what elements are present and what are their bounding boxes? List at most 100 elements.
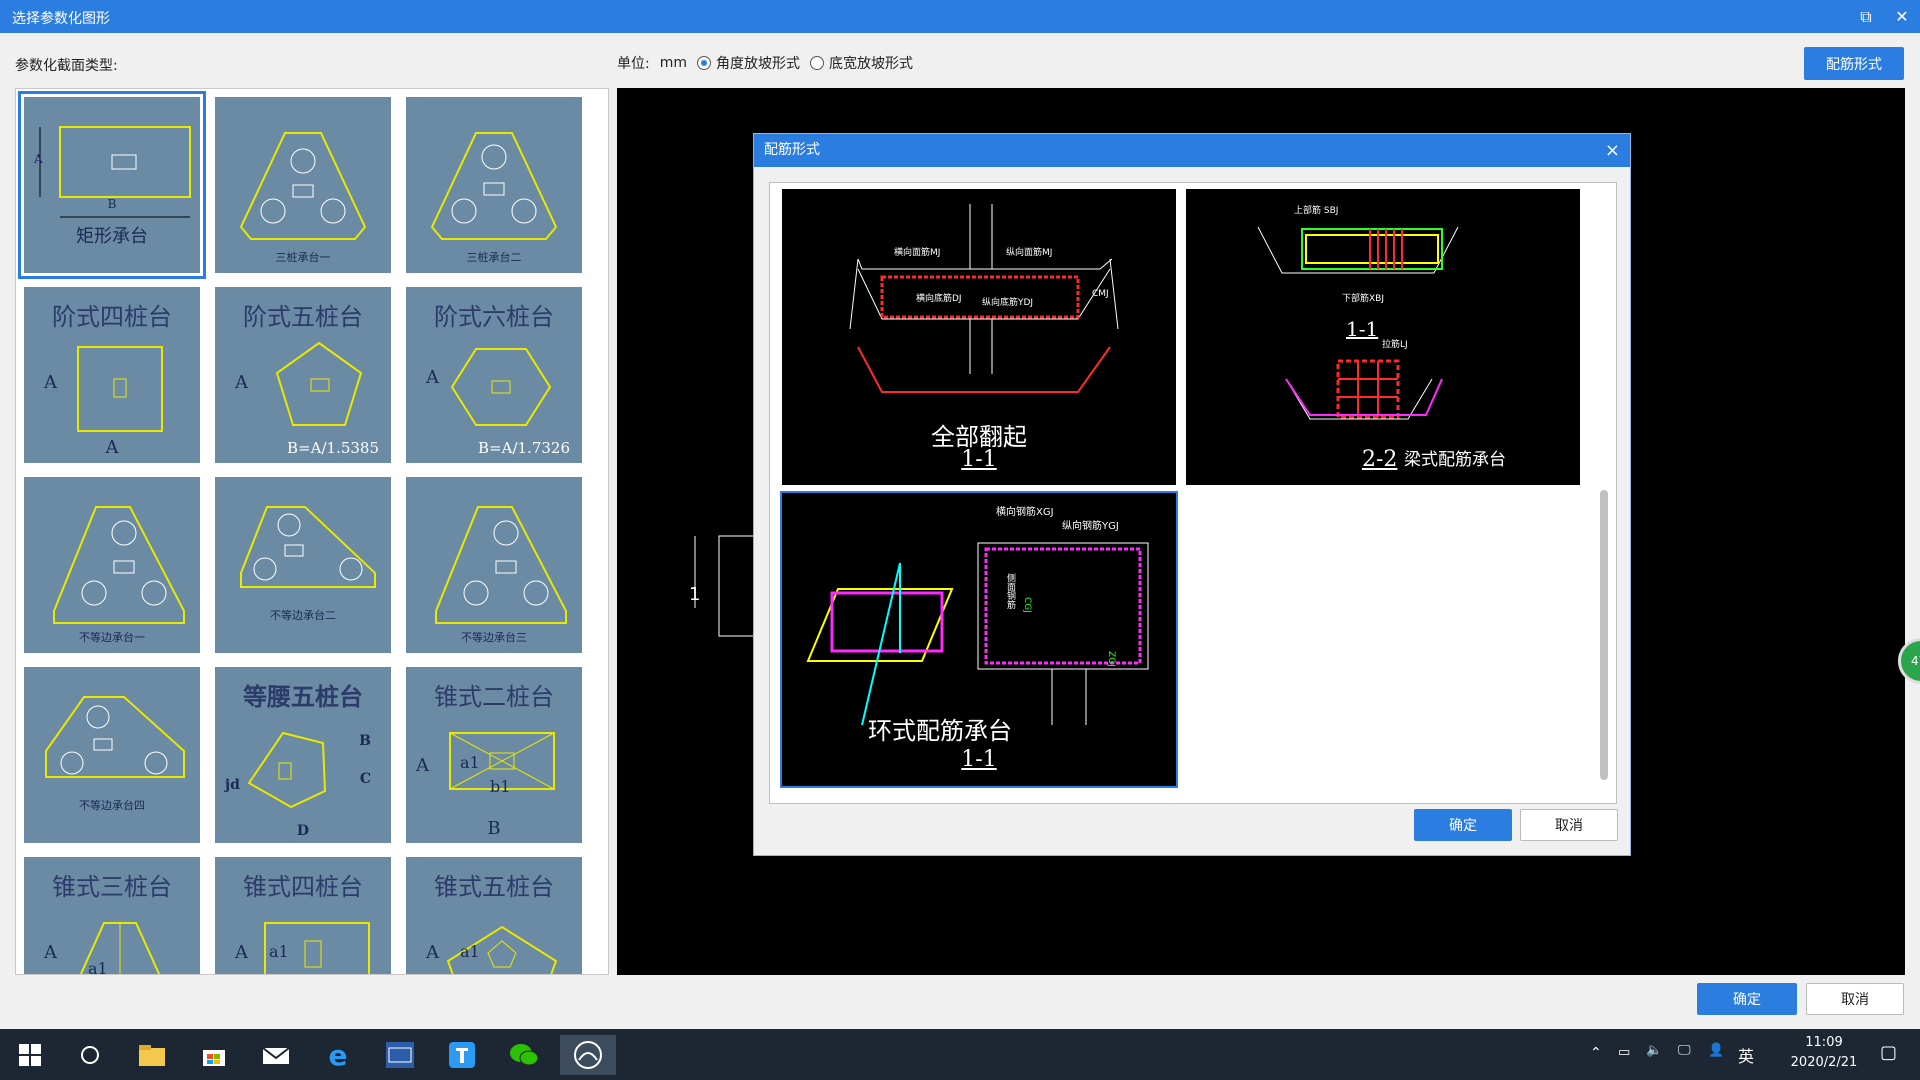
tile-step-five-pile[interactable]: 阶式五桩台 A B=A/1.5385 bbox=[215, 287, 391, 463]
radio-angle-slope[interactable]: 角度放坡形式 bbox=[697, 53, 800, 73]
notification-icon[interactable]: ▢ bbox=[1880, 1042, 1897, 1063]
three-pile-1-diagram bbox=[239, 132, 367, 240]
cad-app-icon[interactable] bbox=[378, 1035, 422, 1075]
search-circle-icon[interactable] bbox=[68, 1035, 112, 1075]
dim-a-label: A bbox=[426, 367, 439, 388]
section-label: 2-2 bbox=[1362, 447, 1398, 472]
tile-name: 三桩承台一 bbox=[275, 251, 331, 264]
tile-step-four-pile[interactable]: 阶式四桩台 A A bbox=[24, 287, 200, 463]
clock-time[interactable]: 11:09 bbox=[1784, 1035, 1864, 1050]
section-label-top: 1-1 bbox=[1346, 317, 1379, 341]
battery-icon[interactable]: ▭ bbox=[1618, 1045, 1630, 1060]
dim-a-label: A bbox=[235, 942, 248, 963]
reinforcement-form-button[interactable]: 配筋形式 bbox=[1804, 47, 1904, 80]
rebar-label-long-top: 纵向面筋MJ bbox=[1006, 248, 1053, 258]
option-beam-type[interactable]: 上部筋 SBJ 下部筋XBJ 拉筋LJ 1-1 2-2 梁式配筋承台 bbox=[1186, 189, 1580, 485]
tile-name: 三桩承台二 bbox=[466, 251, 522, 264]
clock-date[interactable]: 2020/2/21 bbox=[1770, 1055, 1878, 1070]
window-title: 选择参数化图形 bbox=[12, 11, 110, 27]
tile-uneq-cap-3[interactable]: 不等边承台三 bbox=[406, 477, 582, 653]
radio-dot-icon[interactable] bbox=[810, 56, 824, 70]
radio-angle-label: 角度放坡形式 bbox=[716, 56, 800, 72]
dim-b1-label: b1 bbox=[490, 777, 511, 796]
tile-uneq-cap-2[interactable]: 不等边承台二 bbox=[215, 477, 391, 653]
unit-value: mm bbox=[659, 55, 687, 71]
dim-b-label: B bbox=[487, 818, 501, 839]
dialog-scrollbar[interactable] bbox=[1600, 490, 1608, 780]
section-marker-label: 1 bbox=[689, 584, 701, 605]
close-icon[interactable]: ✕ bbox=[1888, 4, 1916, 30]
bridge-app-icon[interactable] bbox=[560, 1035, 616, 1075]
tile-name: 矩形承台 bbox=[76, 226, 148, 247]
chevron-up-icon[interactable]: ⌃ bbox=[1590, 1045, 1602, 1061]
tile-title: 锥式五桩台 bbox=[434, 873, 554, 901]
radio-width-slope[interactable]: 底宽放坡形式 bbox=[810, 53, 913, 73]
dim-a1-label: a1 bbox=[88, 959, 108, 975]
dim-jd-label: jd bbox=[225, 777, 240, 793]
network-icon[interactable]: 🖵 bbox=[1678, 1043, 1691, 1058]
option-ring-type[interactable]: 横向钢筋XGJ 纵向钢筋YGJ 侧面钢筋 CGJ ZGJ 环式配筋承台 1-1 bbox=[780, 491, 1178, 788]
tile-uneq-cap-1[interactable]: 不等边承台一 bbox=[24, 477, 200, 653]
dim-a-label: A bbox=[44, 372, 57, 393]
tile-name: 不等边承台四 bbox=[79, 799, 145, 812]
tile-formula: B=A/1.5385 bbox=[287, 439, 379, 457]
option-caption: 梁式配筋承台 bbox=[1404, 450, 1506, 470]
radio-width-label: 底宽放坡形式 bbox=[829, 56, 913, 72]
tile-isos-five-pile[interactable]: 等腰五桩台 jd B C D bbox=[215, 667, 391, 843]
tile-rect-cap[interactable]: A B 矩形承台 bbox=[18, 91, 206, 279]
three-pile-2-diagram bbox=[430, 132, 558, 240]
tile-cone-four-pile[interactable]: 锥式四桩台 A a1 bbox=[215, 857, 391, 974]
ok-button[interactable]: 确定 bbox=[1697, 983, 1797, 1015]
option-all-raised[interactable]: 横向面筋MJ 纵向面筋MJ 横向底筋DJ 纵向底筋YDJ CMJ 全部翻起 1-… bbox=[782, 189, 1176, 485]
edge-browser-icon[interactable]: e bbox=[316, 1035, 360, 1075]
section-type-label: 参数化截面类型: bbox=[15, 58, 118, 74]
rebar-label-transverse: 横向钢筋XGJ bbox=[996, 507, 1054, 518]
tile-three-pile-1[interactable]: 三桩承台一 bbox=[215, 97, 391, 273]
dialog-title: 配筋形式 bbox=[764, 142, 820, 158]
typora-icon[interactable] bbox=[440, 1035, 484, 1075]
wechat-icon[interactable] bbox=[502, 1035, 546, 1075]
dim-b-label: B bbox=[107, 197, 117, 211]
dim-a-label: A bbox=[34, 152, 43, 166]
radio-dot-checked-icon[interactable] bbox=[697, 56, 711, 70]
reinforcement-dialog: 配筋形式 × 横向面筋MJ 纵向面筋MJ 横向底筋DJ 纵向底筋YDJ CMJ bbox=[753, 133, 1631, 856]
tile-step-six-pile[interactable]: 阶式六桩台 A B=A/1.7326 bbox=[406, 287, 582, 463]
user-tray-icon[interactable]: 👤 bbox=[1708, 1043, 1724, 1058]
tile-cone-three-pile[interactable]: 锥式三桩台 A a1 bbox=[24, 857, 200, 975]
restore-icon[interactable]: ⧉ bbox=[1852, 4, 1880, 30]
rebar-label-long-bottom: 纵向底筋YDJ bbox=[982, 298, 1034, 308]
rebar-label-cgj: CGJ bbox=[1022, 597, 1032, 613]
tile-cone-two-pile[interactable]: 锥式二桩台 A a1 b1 B bbox=[406, 667, 582, 843]
dialog-close-icon[interactable]: × bbox=[1605, 134, 1620, 167]
cancel-button[interactable]: 取消 bbox=[1806, 983, 1904, 1015]
tile-three-pile-2[interactable]: 三桩承台二 bbox=[406, 97, 582, 273]
store-icon[interactable] bbox=[192, 1035, 236, 1075]
dim-a1-label: a1 bbox=[460, 942, 480, 961]
option-caption: 环式配筋承台 bbox=[868, 717, 1012, 745]
rebar-label-tie: 拉筋LJ bbox=[1382, 340, 1408, 350]
dialog-ok-button[interactable]: 确定 bbox=[1414, 809, 1512, 841]
ime-indicator[interactable]: 英 bbox=[1738, 1043, 1754, 1067]
rebar-label-longitudinal: 纵向钢筋YGJ bbox=[1062, 521, 1119, 532]
dim-a-label: A bbox=[44, 942, 57, 963]
dim-d-label: D bbox=[296, 823, 310, 839]
dim-a-label: A bbox=[416, 755, 429, 776]
dim-a-label: A bbox=[105, 437, 119, 458]
rebar-label-transverse-top: 横向面筋MJ bbox=[894, 248, 941, 258]
windows-start-icon[interactable] bbox=[8, 1035, 52, 1075]
file-explorer-icon[interactable] bbox=[130, 1035, 174, 1075]
tile-title: 锥式四桩台 bbox=[243, 873, 363, 901]
dim-a1-label: a1 bbox=[460, 753, 480, 772]
tile-cone-five-pile[interactable]: 锥式五桩台 A a1 bbox=[406, 857, 582, 974]
dim-a-label: A bbox=[235, 372, 248, 393]
section-label: 1-1 bbox=[961, 747, 997, 772]
uneq-cap-2-diagram bbox=[240, 506, 376, 588]
mail-icon[interactable] bbox=[254, 1035, 298, 1075]
tile-uneq-cap-4[interactable]: 不等边承台四 bbox=[24, 667, 200, 843]
uneq-cap-1-diagram bbox=[53, 506, 185, 624]
rebar-label-top: 上部筋 SBJ bbox=[1294, 206, 1339, 216]
volume-muted-icon[interactable]: 🔈 bbox=[1646, 1043, 1662, 1058]
unit-row: 单位: mm 角度放坡形式 底宽放坡形式 bbox=[617, 53, 913, 73]
options-panel: 横向面筋MJ 纵向面筋MJ 横向底筋DJ 纵向底筋YDJ CMJ 全部翻起 1-… bbox=[769, 182, 1617, 804]
dialog-cancel-button[interactable]: 取消 bbox=[1520, 809, 1618, 841]
